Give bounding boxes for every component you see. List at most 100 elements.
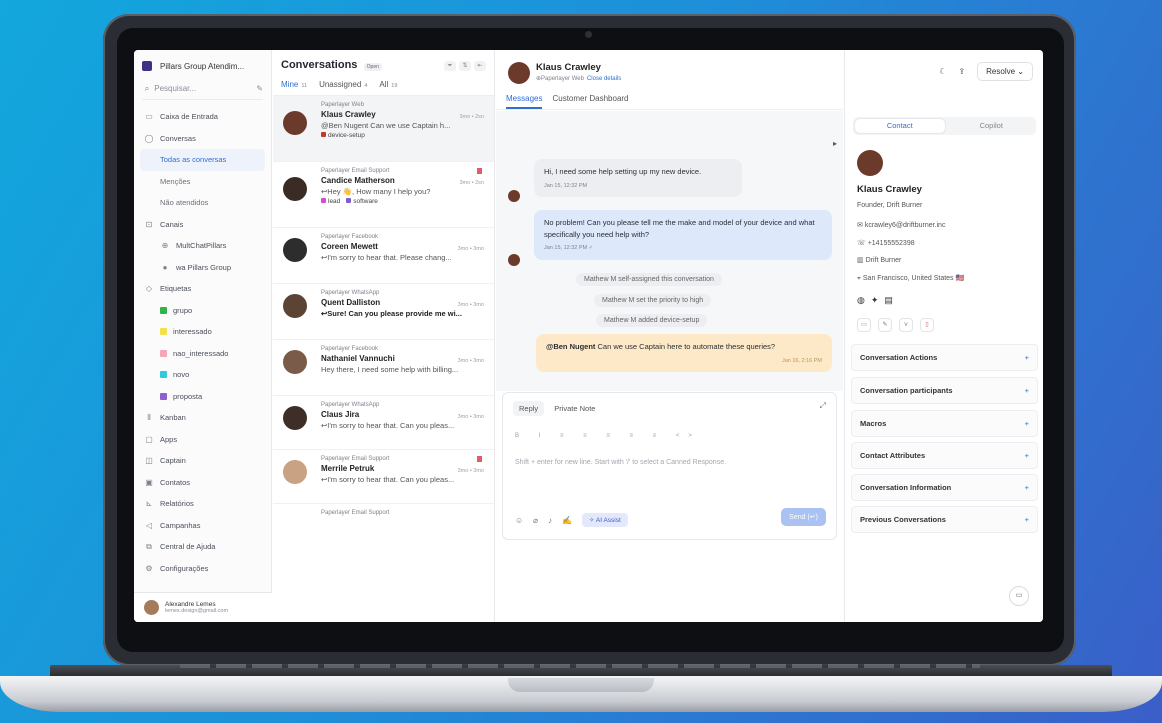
- linkedin-icon[interactable]: ▤: [884, 295, 899, 305]
- contact-phone[interactable]: ☏ +14155552398: [857, 239, 915, 247]
- avatar: [508, 254, 520, 266]
- sidebar-label: proposta: [173, 391, 203, 401]
- tab-unassigned[interactable]: Unassigned 4: [319, 80, 367, 95]
- reply-composer[interactable]: Reply Private Note ⤢ B I ≡ ≡ ≡ ≡ ≡ <> Sh…: [502, 392, 837, 540]
- channel-icon: ⊡: [145, 219, 153, 229]
- sidebar-item-contacts[interactable]: ▣ Contatos: [134, 472, 271, 494]
- sidebar-item-label-grupo[interactable]: grupo: [134, 300, 271, 322]
- signature-icon[interactable]: ✍: [562, 516, 572, 525]
- section-previous-conversations[interactable]: Previous Conversations +: [851, 506, 1038, 533]
- conversation-item[interactable]: Paperlayer Email Support: [273, 504, 494, 570]
- message-input[interactable]: Shift + enter for new line. Start with '…: [515, 459, 726, 466]
- sidebar-label: Central de Ajuda: [160, 542, 216, 552]
- sidebar-item-campaigns[interactable]: ◁ Campanhas: [134, 515, 271, 537]
- github-icon[interactable]: ◍: [857, 295, 871, 305]
- collapse-icon[interactable]: ⇤: [474, 60, 486, 71]
- status-badge[interactable]: Open: [363, 63, 382, 71]
- tab-private-note[interactable]: Private Note: [548, 401, 601, 416]
- sidebar-item-channel-wa[interactable]: ● wa Pillars Group: [134, 257, 271, 279]
- sidebar-item-kanban[interactable]: ⫴ Kanban: [134, 407, 271, 429]
- sidebar-item-apps[interactable]: ▢ Apps: [134, 429, 271, 451]
- close-details-link[interactable]: Close details: [587, 76, 621, 82]
- section-title: Previous Conversations: [860, 515, 946, 524]
- building-icon: ▥: [857, 257, 866, 264]
- sidebar-item-label-novo[interactable]: novo: [134, 364, 271, 386]
- sidebar-item-unattended[interactable]: Não atendidos: [134, 192, 271, 214]
- conversation-item[interactable]: Paperlayer Web Klaus Crawley @Ben Nugent…: [273, 96, 494, 162]
- tab-messages[interactable]: Messages: [506, 94, 543, 109]
- contact-email[interactable]: ✉ kcrawley6@driftburner.inc: [857, 221, 945, 229]
- captain-icon: ◫: [145, 456, 153, 466]
- compose-icon[interactable]: ✎: [256, 84, 263, 93]
- user-profile[interactable]: Alexandre Lemes lemes.design@gmail.com: [134, 592, 272, 622]
- sort-icon[interactable]: ⇅: [459, 60, 471, 71]
- tab-reply[interactable]: Reply: [513, 401, 545, 416]
- conversation-item[interactable]: Paperlayer Facebook Nathaniel Vannuchi H…: [273, 340, 494, 396]
- merge-icon[interactable]: ⋎: [899, 318, 913, 332]
- send-button[interactable]: Send (↵): [781, 508, 826, 526]
- formatting-toolbar[interactable]: B I ≡ ≡ ≡ ≡ ≡ <>: [515, 433, 701, 439]
- section-macros[interactable]: Macros +: [851, 410, 1038, 437]
- microphone-icon[interactable]: ♪: [548, 516, 552, 525]
- conversation-item[interactable]: Paperlayer Email Support Candice Mathers…: [273, 162, 494, 228]
- label-swatch: [160, 328, 167, 336]
- sidebar-item-mentions[interactable]: Menções: [134, 171, 271, 193]
- sidebar-item-label-nao-interessado[interactable]: nao_interessado: [134, 343, 271, 365]
- tab-all[interactable]: All 19: [379, 80, 397, 95]
- sidebar-item-labels[interactable]: ◇ Etiquetas: [134, 278, 271, 300]
- expand-icon[interactable]: ⤢: [820, 401, 826, 411]
- workspace-header[interactable]: Pillars Group Atendim...: [134, 50, 271, 82]
- social-links[interactable]: ◍✦▤: [857, 295, 899, 306]
- emoji-icon[interactable]: ☺: [515, 516, 523, 525]
- sidebar-item-captain[interactable]: ◫ Captain: [134, 450, 271, 472]
- ai-assist-button[interactable]: ✧ AI Assist: [581, 513, 628, 527]
- avatar: [144, 600, 159, 615]
- conversation-item[interactable]: Paperlayer Facebook Coreen Mewett ↩I'm s…: [273, 228, 494, 284]
- conversation-item[interactable]: Paperlayer Email Support Merrile Petruk …: [273, 450, 494, 504]
- tab-customer-dashboard[interactable]: Customer Dashboard: [552, 94, 628, 103]
- search-input[interactable]: ⌕ Pesquisar... ✎: [142, 82, 263, 100]
- sidebar-item-channels[interactable]: ⊡ Canais: [134, 214, 271, 236]
- snooze-icon[interactable]: ☾: [939, 67, 946, 76]
- tab-contact[interactable]: Contact: [855, 119, 945, 133]
- message-icon[interactable]: ▭: [857, 318, 871, 332]
- share-icon[interactable]: ⇪: [958, 67, 965, 76]
- tab-label: Mine: [281, 80, 299, 89]
- conversation-time: 3mo • 3mo: [457, 302, 484, 308]
- expand-icon[interactable]: ▸: [833, 139, 837, 148]
- tag-icon: ◇: [145, 284, 153, 294]
- sidebar-item-inbox[interactable]: ▭ Caixa de Entrada: [134, 106, 271, 128]
- sidebar-item-settings[interactable]: ⚙ Configurações: [134, 558, 271, 580]
- sidebar-item-conversations[interactable]: ◯ Conversas: [134, 128, 271, 150]
- section-conversation-information[interactable]: Conversation Information +: [851, 474, 1038, 501]
- sidebar-item-help-center[interactable]: ⧉ Central de Ajuda: [134, 536, 271, 558]
- sidebar-item-reports[interactable]: ⊾ Relatórios: [134, 493, 271, 515]
- sidebar-label: Canais: [160, 219, 184, 229]
- mention[interactable]: @Ben Nugent: [546, 342, 595, 351]
- sidebar-item-channel-multchat[interactable]: ⊕ MultChatPillars: [134, 235, 271, 257]
- edit-icon[interactable]: ✎: [878, 318, 892, 332]
- filter-icon[interactable]: ⏷: [444, 60, 456, 71]
- chat-widget-icon[interactable]: ▭: [1009, 586, 1029, 606]
- section-conversation-actions[interactable]: Conversation Actions +: [851, 344, 1038, 371]
- conversation-source: Paperlayer Web: [321, 102, 364, 108]
- twitter-icon[interactable]: ✦: [871, 295, 885, 305]
- conversation-item[interactable]: Paperlayer WhatsApp Claus Jira ↩I'm sorr…: [273, 396, 494, 450]
- conversation-item[interactable]: Paperlayer WhatsApp Quent Dalliston ↩Sur…: [273, 284, 494, 340]
- tab-copilot[interactable]: Copilot: [947, 117, 1037, 135]
- message-time: Jan 15, 12:32 PM ✓: [544, 245, 594, 252]
- sidebar-item-label-interessado[interactable]: interessado: [134, 321, 271, 343]
- conversation-source: Paperlayer WhatsApp: [321, 402, 380, 408]
- delete-icon[interactable]: ▯: [920, 318, 934, 332]
- section-contact-attributes[interactable]: Contact Attributes +: [851, 442, 1038, 469]
- tab-mine[interactable]: Mine 11: [281, 80, 308, 100]
- section-conversation-participants[interactable]: Conversation participants +: [851, 377, 1038, 404]
- sidebar-item-all-conversations[interactable]: Todas as conversas: [140, 149, 265, 171]
- avatar: [508, 190, 520, 202]
- sidebar-item-label-proposta[interactable]: proposta: [134, 386, 271, 408]
- section-title: Macros: [860, 419, 887, 428]
- attachment-icon[interactable]: ⌀: [533, 516, 538, 525]
- section-title: Conversation participants: [860, 386, 953, 395]
- message-text: Can we use Captain here to automate thes…: [595, 342, 776, 351]
- resolve-button[interactable]: Resolve ⌄: [977, 62, 1033, 81]
